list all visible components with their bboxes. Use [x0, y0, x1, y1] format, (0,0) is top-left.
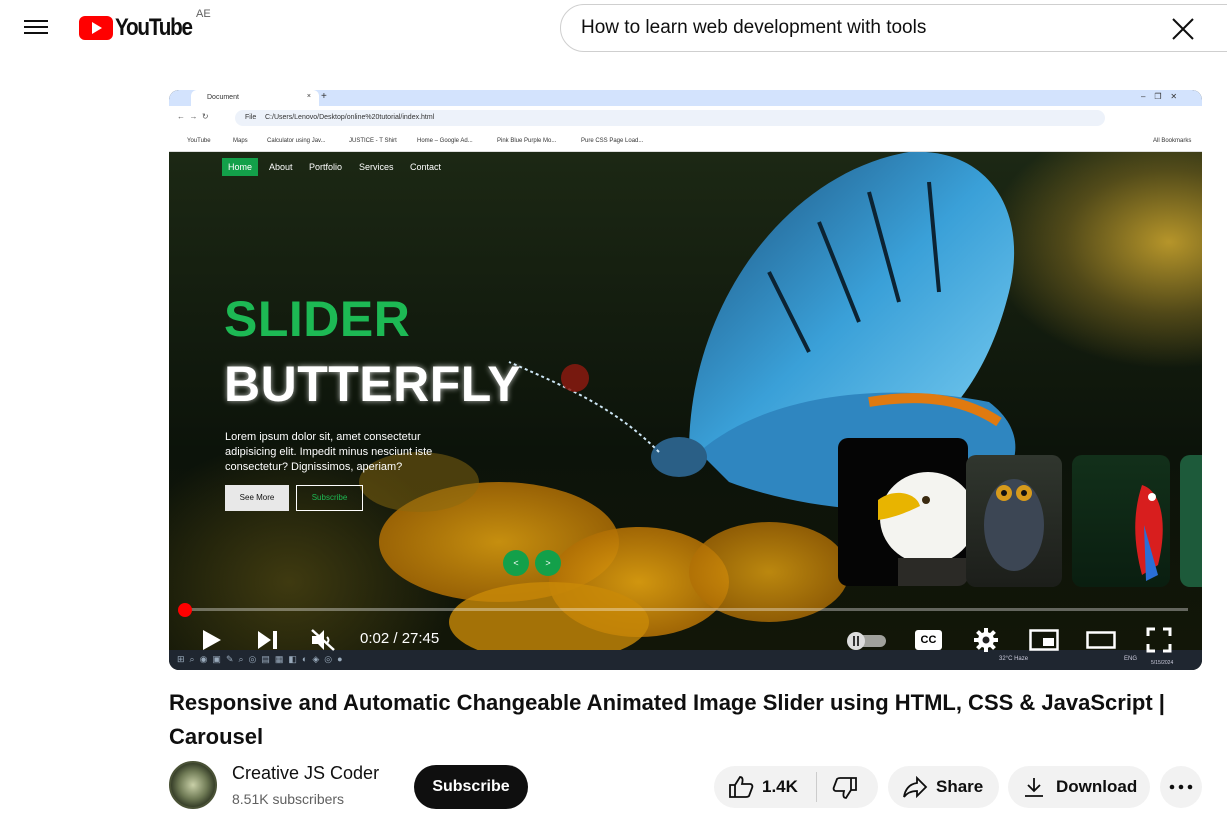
search-box[interactable] — [560, 4, 1227, 52]
search-input[interactable] — [581, 17, 1141, 39]
progress-scrubber[interactable] — [178, 603, 192, 617]
close-icon[interactable] — [1169, 15, 1197, 43]
share-button[interactable]: Share — [888, 766, 999, 808]
thumbnail-eagle — [838, 438, 968, 586]
menu-icon[interactable] — [24, 16, 48, 36]
play-icon[interactable] — [200, 628, 224, 652]
browser-tab: Document × — [191, 90, 319, 106]
slider-next-button: > — [535, 550, 561, 576]
bookmarks-bar: YouTube Maps Calculator using Jav... JUS… — [169, 134, 1202, 152]
channel-name[interactable]: Creative JS Coder — [232, 763, 379, 784]
see-more-button: See More — [225, 485, 289, 511]
browser-address-bar: ← → ↻ File C:/Users/Lenovo/Desktop/onlin… — [169, 106, 1202, 134]
share-label: Share — [936, 777, 984, 796]
like-dislike-group: 1.4K — [714, 766, 878, 808]
slide-title-primary: SLIDER — [224, 291, 411, 347]
thumbs-up-icon — [729, 776, 754, 798]
browser-tab-strip: Document × + – ❐ ✕ — [169, 90, 1202, 106]
dislike-button[interactable] — [817, 766, 878, 808]
fullscreen-icon[interactable] — [1146, 627, 1172, 653]
download-button[interactable]: Download — [1008, 766, 1150, 808]
subtitles-icon[interactable]: CC — [915, 630, 942, 650]
autoplay-toggle[interactable] — [846, 631, 886, 651]
download-label: Download — [1056, 777, 1138, 796]
slide-description: Lorem ipsum dolor sit, amet consectetur … — [225, 431, 433, 473]
like-count: 1.4K — [762, 777, 798, 796]
thumbnail-parrot — [1072, 455, 1170, 587]
parrot-image — [1135, 485, 1163, 581]
slider-prev-button: < — [503, 550, 529, 576]
subscriber-count: 8.51K subscribers — [232, 791, 345, 807]
muted-volume-icon[interactable] — [310, 628, 336, 652]
miniplayer-icon[interactable] — [1029, 629, 1059, 651]
theater-mode-icon[interactable] — [1086, 631, 1116, 649]
eagle-image — [878, 472, 968, 586]
download-icon — [1025, 778, 1043, 797]
like-button[interactable]: 1.4K — [714, 766, 816, 808]
country-code: AE — [196, 8, 211, 20]
subscribe-button[interactable]: Subscribe — [414, 765, 528, 809]
thumbnail-owl — [966, 455, 1062, 587]
settings-gear-icon[interactable] — [973, 627, 999, 653]
youtube-logo[interactable]: YouTube — [79, 14, 204, 42]
slide-title-secondary: BUTTERFLY — [224, 356, 522, 412]
thumbs-down-icon — [832, 777, 857, 799]
video-title: Responsive and Automatic Changeable Anim… — [169, 690, 1165, 749]
logo-text: YouTube — [115, 14, 193, 41]
windows-taskbar: ⊞ ⌕ ◉ ▣ ✎ ⌕ ◎ ▤ ▦ ◧ ◐ ◈ ◎ ● 32°C Haze EN… — [169, 650, 1202, 670]
next-icon[interactable] — [256, 629, 280, 651]
youtube-play-icon — [79, 16, 113, 40]
more-actions-button[interactable] — [1160, 766, 1202, 808]
browser-url: File C:/Users/Lenovo/Desktop/online%20tu… — [235, 110, 1105, 126]
owl-image — [984, 479, 1044, 571]
time-display: 0:02 / 27:45 — [360, 630, 440, 647]
progress-bar[interactable] — [180, 608, 1188, 611]
more-horizontal-icon — [1169, 784, 1193, 790]
share-icon — [903, 776, 928, 798]
thumbnail-partial — [1180, 455, 1202, 587]
slide-subscribe-button: Subscribe — [296, 485, 363, 511]
channel-avatar[interactable] — [169, 761, 217, 809]
